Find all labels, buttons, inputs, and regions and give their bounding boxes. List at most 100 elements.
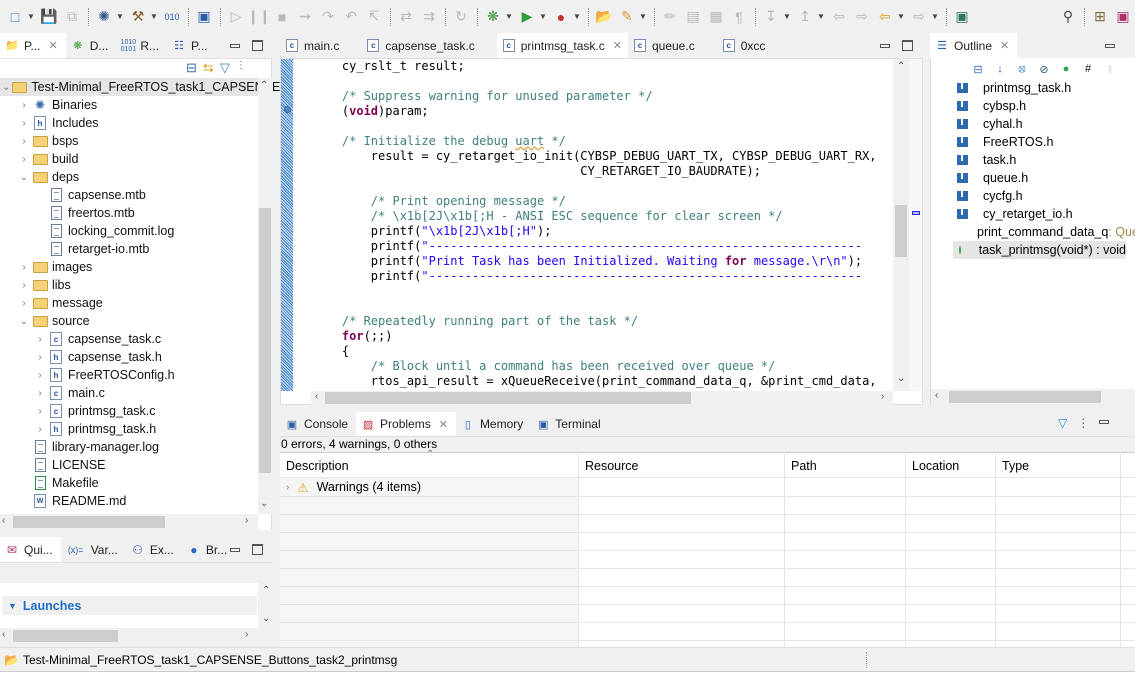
tab-debug[interactable]: ❋ D... — [66, 33, 117, 58]
pin-editor-icon[interactable]: ▣ — [951, 6, 973, 28]
use-step-filters-icon[interactable]: ⇄ — [395, 6, 417, 28]
maximize-icon[interactable] — [252, 40, 263, 52]
chevron-right-icon[interactable]: › — [18, 100, 30, 111]
tab-console[interactable]: ▣ Console — [280, 412, 356, 436]
tab-project-explorer[interactable]: 📁 P... ✕ — [0, 33, 66, 58]
column-type[interactable]: Type — [996, 454, 1121, 477]
save-icon[interactable]: 💾 — [38, 6, 60, 28]
code-line[interactable]: /* Initialize the debug uart */ — [313, 134, 893, 149]
tree-item[interactable]: › images — [0, 258, 258, 276]
code-line[interactable]: /* Block until a command has been receiv… — [313, 359, 893, 374]
scroll-left-icon[interactable]: ‹ — [935, 390, 938, 401]
view-menu-icon[interactable]: ⋮ — [1077, 416, 1089, 430]
new-icon[interactable]: □ — [4, 6, 26, 28]
code-line[interactable] — [313, 299, 893, 314]
tree-item[interactable]: freertos.mtb — [0, 204, 258, 222]
minimize-icon[interactable] — [1105, 43, 1115, 48]
scroll-down-icon[interactable]: ⌄ — [897, 373, 905, 384]
chevron-right-icon[interactable]: › — [18, 154, 30, 165]
hide-nonpublic-icon[interactable]: ● — [1055, 63, 1077, 75]
code-line[interactable]: printf("--------------------------------… — [313, 239, 893, 254]
tree-item[interactable]: › c main.c — [0, 384, 258, 402]
editor-horizontal-scrollbar[interactable]: ‹ › — [311, 391, 893, 405]
code-line[interactable]: (void)param; — [313, 104, 893, 119]
column-description[interactable]: Description — [280, 454, 579, 477]
code-line[interactable]: for(;;) — [313, 329, 893, 344]
tree-item[interactable]: › message — [0, 294, 258, 312]
scroll-thumb[interactable] — [13, 516, 165, 528]
open-task-dropdown-icon[interactable]: ▼ — [639, 12, 647, 21]
instruction-step-icon[interactable]: ↻ — [450, 6, 472, 28]
collapse-all-icon[interactable]: ⊟ — [967, 63, 989, 76]
tree-item[interactable]: › h printmsg_task.h — [0, 420, 258, 438]
outline-item[interactable]: cycfg.h — [931, 187, 1135, 205]
code-line[interactable]: /* \x1b[2J\x1b[;H - ANSI ESC sequence fo… — [313, 209, 893, 224]
console-icon[interactable]: ▣ — [193, 6, 215, 28]
tab-editor-file[interactable]: c 0xcc — [717, 33, 788, 58]
code-line[interactable]: rtos_api_result = xQueueReceive(print_co… — [313, 374, 893, 389]
tree-item[interactable]: LICENSE — [0, 456, 258, 474]
scroll-thumb[interactable] — [325, 392, 691, 404]
minimize-icon[interactable] — [1099, 420, 1110, 424]
tree-item[interactable]: retarget-io.mtb — [0, 240, 258, 258]
tree-item[interactable]: › h FreeRTOSConfig.h — [0, 366, 258, 384]
forward-dropdown-icon[interactable]: ▼ — [931, 12, 939, 21]
open-perspective-icon[interactable]: ⊞ — [1089, 6, 1111, 28]
scroll-thumb[interactable] — [259, 208, 271, 473]
chevron-right-icon[interactable]: › — [286, 482, 289, 493]
occurrence-marker-icon[interactable] — [912, 211, 920, 215]
outline-item[interactable]: task.h — [931, 151, 1135, 169]
debug-icon[interactable]: ❋ — [482, 6, 504, 28]
outline-item[interactable]: cy_retarget_io.h — [931, 205, 1135, 223]
external-tools-dropdown-icon[interactable]: ▼ — [573, 12, 581, 21]
step-return-icon[interactable]: ↸ — [363, 6, 385, 28]
scroll-thumb[interactable] — [949, 391, 1101, 403]
chevron-down-icon[interactable]: ⌄ — [2, 82, 10, 93]
collapse-icon[interactable]: ▼ — [8, 601, 17, 611]
tree-item[interactable]: › c capsense_task.c — [0, 330, 258, 348]
code-line[interactable] — [313, 179, 893, 194]
scroll-right-icon[interactable]: › — [245, 515, 248, 526]
chevron-right-icon[interactable]: › — [18, 298, 30, 309]
scroll-right-icon[interactable]: › — [245, 629, 248, 640]
outline-item[interactable]: FreeRTOS.h — [931, 133, 1135, 151]
tab-editor-file[interactable]: c capsense_task.c — [361, 33, 496, 58]
outline-horizontal-scrollbar[interactable]: ‹ — [931, 389, 1135, 405]
resume-icon[interactable]: ▷ — [225, 6, 247, 28]
tab-outline[interactable]: ☰ Outline ✕ — [930, 33, 1018, 58]
scroll-right-icon[interactable]: › — [881, 391, 884, 402]
tree-item[interactable]: › h Includes — [0, 114, 258, 132]
outline-item[interactable]: queue.h — [931, 169, 1135, 187]
chevron-right-icon[interactable]: › — [18, 118, 30, 129]
chevron-right-icon[interactable]: › — [18, 280, 30, 291]
c-perspective-icon[interactable]: ▣ — [1112, 6, 1134, 28]
toggle-mark-icon[interactable]: ▤ — [682, 6, 704, 28]
tree-item[interactable]: Makefile — [0, 474, 258, 492]
forward-icon[interactable]: ⇨ — [908, 6, 930, 28]
tree-item[interactable]: › h capsense_task.h — [0, 348, 258, 366]
tree-item[interactable]: library-manager.log — [0, 438, 258, 456]
back-icon[interactable]: ⇦ — [874, 6, 896, 28]
open-type-icon[interactable]: 📂 — [593, 6, 615, 28]
back-dropdown-icon[interactable]: ▼ — [897, 12, 905, 21]
tree-item[interactable]: capsense.mtb — [0, 186, 258, 204]
build-dropdown-icon[interactable]: ▼ — [150, 12, 158, 21]
save-all-icon[interactable]: ⧉ — [61, 6, 83, 28]
tab-quick-3[interactable]: ● Br... — [182, 537, 235, 562]
last-edit-icon[interactable]: ⇦ — [828, 6, 850, 28]
chevron-right-icon[interactable]: › — [34, 406, 46, 417]
tab-terminal[interactable]: ▣ Terminal — [531, 412, 608, 436]
code-line[interactable]: printf("\x1b[2J\x1b[;H"); — [313, 224, 893, 239]
editor-vertical-scrollbar[interactable]: ⌃ ⌄ — [893, 59, 909, 391]
chevron-right-icon[interactable]: › — [34, 334, 46, 345]
column-path[interactable]: Path — [785, 454, 906, 477]
chevron-right-icon[interactable]: › — [34, 370, 46, 381]
suspend-icon[interactable]: ❙❙ — [247, 6, 270, 28]
code-line[interactable]: printf("Print Task has been Initialized.… — [313, 254, 893, 269]
close-icon[interactable]: ✕ — [1000, 39, 1009, 52]
scroll-up-icon[interactable]: ⌃ — [897, 61, 905, 72]
tree-item[interactable]: › build — [0, 150, 258, 168]
sort-icon[interactable]: ↓ — [989, 63, 1011, 75]
close-icon[interactable]: ✕ — [613, 39, 622, 52]
explorer-vertical-scrollbar[interactable]: ⌃ ⌄ — [258, 78, 272, 514]
